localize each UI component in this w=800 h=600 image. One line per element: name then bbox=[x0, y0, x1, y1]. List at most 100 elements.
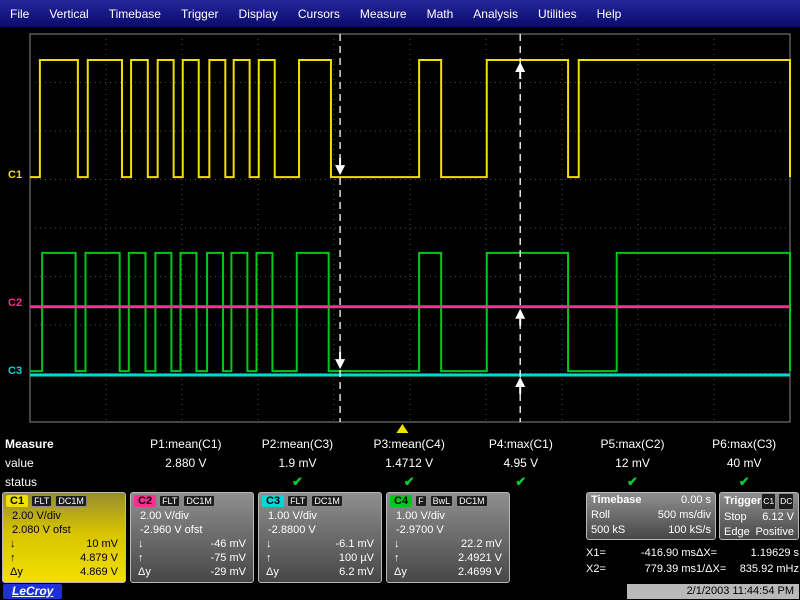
up-arrow-icon: ↑ bbox=[10, 551, 16, 565]
measure-p2-header[interactable]: P2:mean(C3) bbox=[242, 437, 354, 451]
x1-value: -416.90 ms bbox=[641, 545, 696, 561]
timebase-per-div: 500 ms/div bbox=[658, 508, 711, 523]
menu-item-vertical[interactable]: Vertical bbox=[39, 0, 98, 28]
channel-c4-coupling-badge: DC1M bbox=[456, 495, 488, 507]
measure-table: Measure P1:mean(C1) P2:mean(C3) P3:mean(… bbox=[0, 434, 800, 491]
menu-item-cursors[interactable]: Cursors bbox=[288, 0, 350, 28]
channel-c1-filter-badge: FLT bbox=[31, 495, 52, 507]
measure-p5-status-icon: ✔ bbox=[577, 474, 689, 490]
measure-p2-value: 1.9 mV bbox=[242, 456, 354, 470]
scope-canvas[interactable] bbox=[0, 28, 800, 434]
cursor-readout-row2: X2= 779.39 ms 1/ΔX= 835.92 mHz bbox=[586, 561, 799, 577]
channel-box-c4[interactable]: C4 F BwL DC1M 1.00 V/div -2.9700 V ↓ 22.… bbox=[386, 492, 510, 583]
channel-c2-min-value: -46 mV bbox=[211, 537, 246, 551]
timebase-samples: 500 kS bbox=[591, 523, 625, 538]
channel-c3-coupling-badge: DC1M bbox=[311, 495, 343, 507]
measure-p1-header[interactable]: P1:mean(C1) bbox=[130, 437, 242, 451]
channel-c3-id-badge[interactable]: C3 bbox=[262, 495, 284, 507]
channel-label-c1: C1 bbox=[8, 169, 22, 181]
channel-c1-max-value: 4.879 V bbox=[80, 551, 118, 565]
channel-c1-id-badge[interactable]: C1 bbox=[6, 495, 28, 507]
channel-box-c2[interactable]: C2 FLT DC1M 2.00 V/div -2.960 V ofst ↓ -… bbox=[130, 492, 254, 583]
measure-p6-status-icon: ✔ bbox=[688, 474, 800, 490]
measure-p6-value: 40 mV bbox=[688, 456, 800, 470]
x2-value: 779.39 ms bbox=[645, 561, 696, 577]
channel-c2-id-badge[interactable]: C2 bbox=[134, 495, 156, 507]
channel-c1-max-row: ↑ 4.879 V bbox=[3, 551, 125, 565]
channel-c4-filter-badge: F bbox=[415, 495, 427, 507]
channel-c2-filter-badge: FLT bbox=[159, 495, 180, 507]
dx-label: ΔX= bbox=[696, 545, 717, 561]
up-arrow-icon: ↑ bbox=[138, 551, 144, 565]
menu-item-help[interactable]: Help bbox=[587, 0, 632, 28]
trigger-box[interactable]: Trigger C1 DC Stop 6.12 V Edge Positive bbox=[719, 492, 799, 540]
timebase-delay: 0.00 s bbox=[681, 493, 711, 508]
channel-c1-vdiv: 2.00 V/div bbox=[3, 509, 125, 523]
menu-item-utilities[interactable]: Utilities bbox=[528, 0, 587, 28]
delta-y-label: Δy bbox=[394, 565, 407, 579]
c4-waveform bbox=[30, 253, 790, 371]
channel-c3-filter-badge: FLT bbox=[287, 495, 308, 507]
menu-item-math[interactable]: Math bbox=[417, 0, 464, 28]
lecroy-logo: LeCroy bbox=[3, 584, 62, 599]
timebase-rate: 100 kS/s bbox=[668, 523, 711, 538]
cursor-marker-up-icon[interactable] bbox=[515, 377, 525, 387]
measure-p4-value: 4.95 V bbox=[465, 456, 577, 470]
measure-title: Measure bbox=[0, 437, 130, 451]
channel-c2-coupling-badge: DC1M bbox=[183, 495, 215, 507]
up-arrow-icon: ↑ bbox=[394, 551, 400, 565]
channel-c2-header: C2 FLT DC1M bbox=[131, 493, 253, 509]
channel-c1-header: C1 FLT DC1M bbox=[3, 493, 125, 509]
timebase-title: Timebase bbox=[591, 493, 642, 508]
channel-c1-coupling-badge: DC1M bbox=[55, 495, 87, 507]
down-arrow-icon: ↓ bbox=[266, 537, 272, 551]
measure-value-label: value bbox=[0, 456, 130, 470]
menu-item-display[interactable]: Display bbox=[229, 0, 288, 28]
measure-p3-status-icon: ✔ bbox=[353, 474, 465, 490]
menu-item-file[interactable]: File bbox=[0, 0, 39, 28]
channel-c4-id-badge[interactable]: C4 bbox=[390, 495, 412, 507]
dx-value: 1.19629 s bbox=[751, 545, 799, 561]
measure-p3-header[interactable]: P3:mean(C4) bbox=[353, 437, 465, 451]
cursor-marker-down-icon[interactable] bbox=[335, 359, 345, 369]
menu-item-trigger[interactable]: Trigger bbox=[171, 0, 229, 28]
cursor-marker-down-icon[interactable] bbox=[335, 165, 345, 175]
measure-p1-value: 2.880 V bbox=[130, 456, 242, 470]
menu-item-analysis[interactable]: Analysis bbox=[463, 0, 528, 28]
up-arrow-icon: ↑ bbox=[266, 551, 272, 565]
timebase-header: Timebase 0.00 s bbox=[587, 493, 715, 508]
trigger-chips: C1 DC bbox=[761, 493, 794, 510]
channel-c4-dy-value: 2.4699 V bbox=[458, 565, 502, 579]
menu-item-measure[interactable]: Measure bbox=[350, 0, 417, 28]
inv-dx-label: 1/ΔX= bbox=[696, 561, 726, 577]
trigger-header: Trigger C1 DC bbox=[720, 493, 798, 510]
trigger-position-marker[interactable] bbox=[396, 424, 408, 433]
channel-c4-vdiv: 1.00 V/div bbox=[387, 509, 509, 523]
menu-item-timebase[interactable]: Timebase bbox=[99, 0, 171, 28]
timebase-box[interactable]: Timebase 0.00 s Roll 500 ms/div 500 kS 1… bbox=[586, 492, 716, 540]
cursor-readout-row1: X1= -416.90 ms ΔX= 1.19629 s bbox=[586, 545, 799, 561]
trigger-coupling-badge: DC bbox=[778, 493, 794, 510]
measure-p6-header[interactable]: P6:max(C3) bbox=[688, 437, 800, 451]
down-arrow-icon: ↓ bbox=[138, 537, 144, 551]
measure-p5-value: 12 mV bbox=[577, 456, 689, 470]
channel-box-c1[interactable]: C1 FLT DC1M 2.00 V/div 2.080 V ofst ↓ 10… bbox=[2, 492, 126, 583]
measure-p4-header[interactable]: P4:max(C1) bbox=[465, 437, 577, 451]
x1-label: X1= bbox=[586, 545, 606, 561]
channel-c1-min-row: ↓ 10 mV bbox=[3, 537, 125, 551]
channel-box-c3[interactable]: C3 FLT DC1M 1.00 V/div -2.8800 V ↓ -6.1 … bbox=[258, 492, 382, 583]
channel-c3-max-value: 100 µV bbox=[339, 551, 374, 565]
channel-c1-offset: 2.080 V ofst bbox=[3, 523, 125, 537]
cursor-marker-up-icon[interactable] bbox=[515, 62, 525, 72]
channel-c4-max-value: 2.4921 V bbox=[458, 551, 502, 565]
cursor-marker-up-icon[interactable] bbox=[515, 309, 525, 319]
waveform-display[interactable]: C1C2C3 bbox=[0, 28, 800, 434]
delta-y-label: Δy bbox=[10, 565, 23, 579]
channel-c3-max-row: ↑ 100 µV bbox=[259, 551, 381, 565]
channel-label-c2: C2 bbox=[8, 297, 22, 309]
channel-c1-dy-row: Δy 4.869 V bbox=[3, 565, 125, 579]
channel-descriptors: C1 FLT DC1M 2.00 V/div 2.080 V ofst ↓ 10… bbox=[2, 492, 510, 583]
channel-c4-max-row: ↑ 2.4921 V bbox=[387, 551, 509, 565]
measure-p5-header[interactable]: P5:max(C2) bbox=[577, 437, 689, 451]
down-arrow-icon: ↓ bbox=[394, 537, 400, 551]
